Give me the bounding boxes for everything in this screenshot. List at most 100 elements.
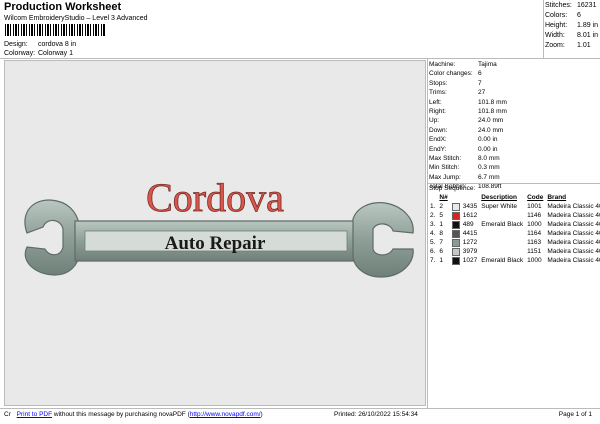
machine-info-row: Max Stitch: 8.0 mm [429, 154, 507, 163]
machine-info-label: EndY: [429, 145, 447, 153]
machine-info-value: 0.00 in [478, 145, 498, 153]
machine-info-value: 101.8 mm [478, 98, 507, 106]
sequence-needle: 6 [439, 248, 444, 255]
stop-sequence-title: Stop Sequence: [429, 185, 476, 192]
machine-info-row: Max Jump: 6.7 mm [429, 173, 507, 182]
machine-info-value: 0.00 in [478, 136, 498, 144]
machine-info-label: Machine: [429, 61, 456, 68]
sequence-description [479, 247, 525, 256]
stat-value: 16231 [577, 2, 597, 9]
printed-timestamp: Printed: 26/10/2022 15:54:34 [334, 411, 418, 418]
machine-info-label: Up: [429, 117, 440, 125]
machine-info-row: Stops: 7 [429, 79, 507, 88]
design-value: cordova 8 in [38, 41, 77, 48]
sequence-description: Emerald Black [481, 257, 524, 264]
sequence-description: Emerald Black [481, 221, 524, 228]
sequence-color-cell: 4415 [450, 229, 479, 238]
novapdf-url-link[interactable]: http://www.novapdf.com/ [190, 411, 261, 418]
sequence-column-header [428, 194, 437, 202]
machine-info-value: 6.7 mm [478, 173, 500, 181]
sequence-row: 1. 2 3435 Super White 1001 Madeira Classic 40 [428, 202, 600, 211]
sequence-color-cell: 1272 [450, 238, 479, 247]
embroidery-design: Cordova Auto Repair [24, 175, 414, 278]
sequence-stop: 1. [430, 203, 436, 210]
design-text-auto-repair: Auto Repair [165, 233, 266, 254]
sequence-needle: 5 [439, 212, 444, 219]
machine-info-label: Stops: [429, 79, 448, 87]
barcode [5, 24, 105, 36]
machine-info-value: 6 [478, 70, 482, 78]
sequence-brand: Madeira Classic 40 [547, 239, 600, 246]
color-swatch-icon [451, 229, 460, 238]
machine-info-row: EndY: 0.00 in [429, 145, 507, 154]
sequence-column-header: Code [527, 194, 544, 201]
machine-info-row: Up: 24.0 mm [429, 116, 507, 125]
color-swatch-icon [451, 247, 460, 256]
footer-divider [0, 408, 600, 409]
sequence-row: 2. 5 1612 1146 Madeira Classic 40 [428, 211, 600, 220]
color-swatch-icon [451, 238, 460, 247]
sequence-stop: 2. [430, 212, 436, 219]
sequence-color-cell: 1027 [450, 256, 479, 265]
sequence-stop: 4. [430, 230, 436, 237]
machine-info-label: Max Stitch: [429, 155, 462, 163]
sequence-thread-number: 1272 [462, 239, 478, 247]
stat-value: 1.89 in [577, 22, 599, 29]
sequence-column-header [450, 194, 479, 202]
colorway-value: Colorway 1 [38, 50, 74, 57]
machine-info-row: Min Stitch: 0.3 mm [429, 163, 507, 172]
sequence-thread-number: 489 [462, 221, 474, 229]
sequence-column-header: Description [481, 194, 517, 201]
machine-info-row: Down: 24.0 mm [429, 126, 507, 135]
software-subtitle: Wilcom EmbroideryStudio – Level 3 Advanc… [4, 15, 148, 22]
stat-label: Colors: [545, 12, 568, 19]
sequence-thread-number: 3979 [462, 248, 478, 256]
sequence-column-header: N# [439, 194, 448, 201]
stat-row: Width: 8.01 in [545, 31, 598, 41]
color-swatch-icon [451, 256, 460, 265]
sequence-description [479, 238, 525, 247]
stat-row: Stitches: 16231 [545, 1, 598, 11]
sequence-row: 4. 8 4415 1164 Madeira Classic 40 [428, 229, 600, 238]
design-label: Design: [4, 41, 28, 48]
sequence-row: 7. 1 1027 Emerald Black 1000 Madeira Classic … [428, 256, 600, 265]
machine-info-value: 7 [478, 79, 482, 87]
sequence-thread-number: 4415 [462, 230, 478, 238]
stop-sequence-table: N# Description Code Brand 1. 2 3435 Super Whit… [428, 194, 600, 265]
stat-row: Height: 1.89 in [545, 21, 598, 31]
colorway-label: Colorway: [4, 50, 36, 57]
footer-close: ) [260, 411, 263, 418]
stat-label: Zoom: [545, 42, 565, 49]
machine-info-label: Left: [429, 98, 442, 106]
machine-info-label: Max Jump: [429, 173, 461, 181]
page-number: Page 1 of 1 [558, 411, 592, 418]
sequence-color-cell: 489 [450, 220, 479, 229]
sequence-brand: Madeira Classic 40 [547, 221, 600, 228]
design-preview: Cordova Auto Repair [4, 60, 426, 406]
machine-info-value: 101.8 mm [478, 108, 507, 116]
machine-info-label: Color changes: [429, 70, 473, 78]
stats-divider [543, 0, 544, 58]
sequence-code: 1001 [527, 203, 542, 210]
sequence-description [479, 229, 525, 238]
footer: Cr Print to PDF without this message by … [4, 411, 596, 418]
machine-info-row: Color changes: 6 [429, 69, 507, 78]
sequence-brand: Madeira Classic 40 [547, 203, 600, 210]
sequence-code: 1000 [527, 257, 542, 264]
machine-info-label: Down: [429, 126, 448, 134]
sequence-thread-number: 1612 [462, 212, 478, 220]
sequence-column-header: Brand [547, 194, 567, 201]
sequence-stop: 5. [430, 239, 436, 246]
sequence-color-cell: 1612 [450, 211, 479, 220]
print-to-pdf-link[interactable]: Print to PDF [17, 411, 52, 418]
stats-panel: Stitches: 16231 Colors: 6 Height: 1.89 in Widt… [545, 1, 598, 51]
sequence-brand: Madeira Classic 40 [547, 257, 600, 264]
sequence-brand: Madeira Classic 40 [547, 212, 600, 219]
machine-info-label: Right: [429, 108, 446, 116]
sequence-needle: 2 [439, 203, 444, 210]
machine-info-row: Left: 101.8 mm [429, 98, 507, 107]
page-title: Production Worksheet [4, 1, 122, 13]
machine-info-row: EndX: 0.00 in [429, 135, 507, 144]
sequence-needle: 1 [439, 221, 444, 228]
machine-info-label: Trims: [429, 89, 447, 97]
